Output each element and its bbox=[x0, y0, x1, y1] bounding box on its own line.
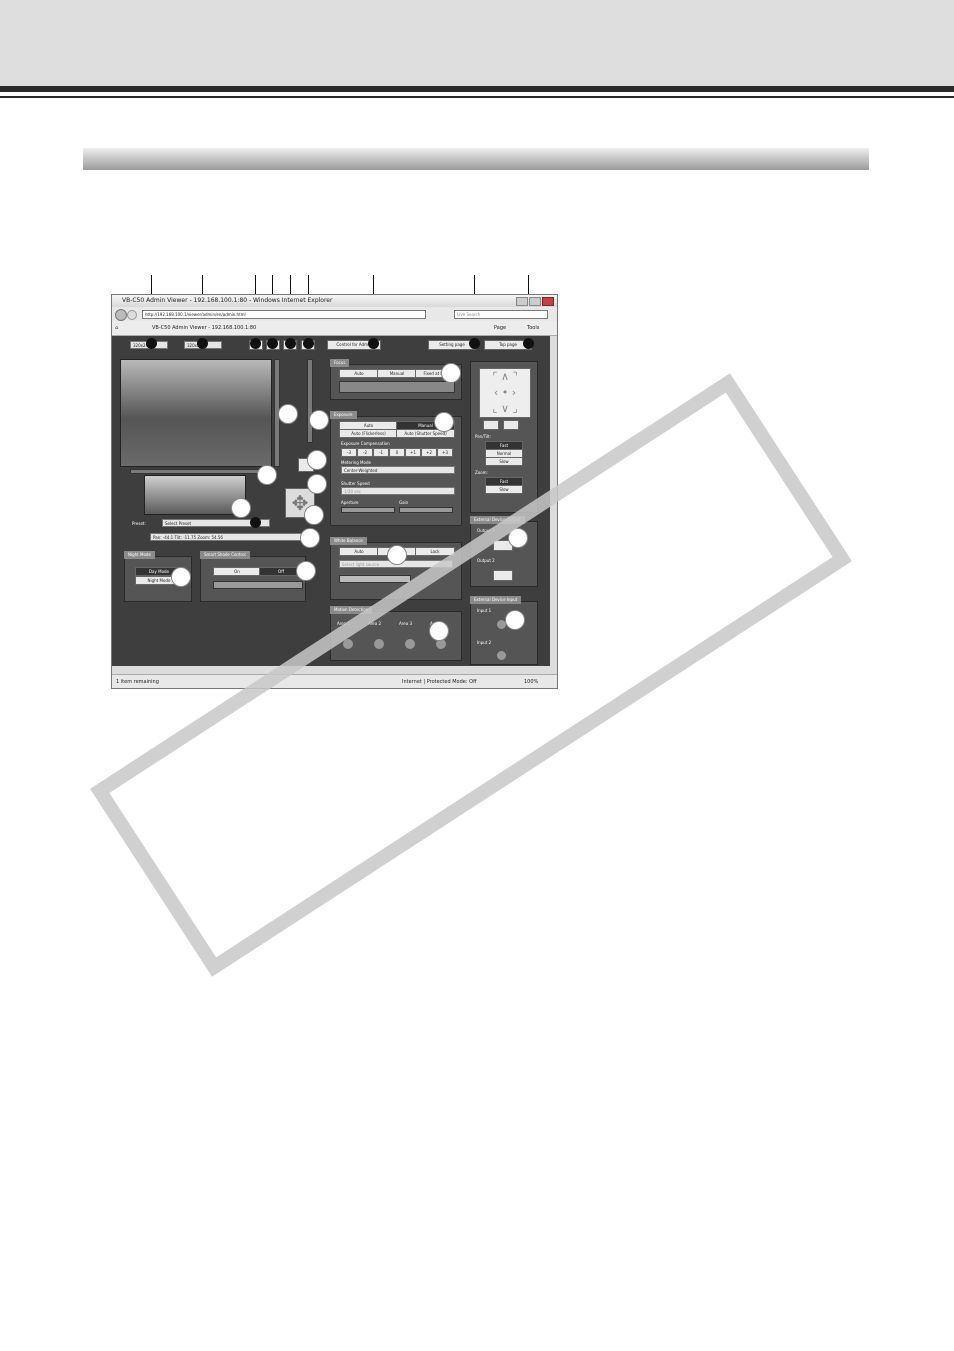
aperture-slider[interactable] bbox=[341, 507, 395, 513]
shade-on-button[interactable]: On bbox=[213, 567, 261, 576]
page-menu[interactable]: Page bbox=[494, 321, 506, 335]
comp-button[interactable]: +2 bbox=[421, 448, 437, 457]
tab-viewer[interactable]: VB-C50 Admin Viewer - 192.168.100.1:80 bbox=[152, 321, 256, 335]
search-input[interactable]: Live Search bbox=[454, 310, 548, 319]
arrow-left-right-icon[interactable]: ‹ • › bbox=[494, 386, 516, 399]
maximize-icon[interactable] bbox=[529, 297, 541, 306]
callout-circle bbox=[300, 528, 320, 548]
callout-circle bbox=[387, 545, 407, 565]
pan-tilt-label: Pan/Tilt: bbox=[475, 434, 492, 439]
home-icon[interactable]: ⌂ bbox=[115, 321, 118, 335]
back-icon[interactable] bbox=[115, 309, 127, 321]
header-rule bbox=[0, 86, 954, 92]
window-title: VB-C50 Admin Viewer - 192.168.100.1:80 -… bbox=[122, 297, 333, 304]
callout-circle bbox=[304, 505, 324, 525]
exposure-title: Exposure bbox=[330, 411, 357, 419]
zoom-slow-button[interactable]: Slow bbox=[485, 485, 523, 494]
night-mode-title: Night Mode bbox=[124, 551, 155, 559]
ptz-panel: ⌜ ∧ ⌝ ‹ • › ⌞ ∨ ⌟ Pan/Tilt: Fast Normal … bbox=[470, 361, 538, 513]
callout-circle bbox=[171, 567, 191, 587]
zoom-in-icon[interactable] bbox=[483, 420, 499, 430]
callout-dot bbox=[523, 338, 534, 349]
callout-dot bbox=[469, 338, 480, 349]
position-readout: Pan: -44.1 Tilt: -11.75 Zoom: 54.56 bbox=[150, 533, 318, 541]
shade-level-slider[interactable] bbox=[213, 581, 303, 589]
callout-dot bbox=[250, 517, 261, 528]
callout-dot bbox=[267, 338, 278, 349]
address-bar-row: http://192.168.100.1/viewer/admin/en/adm… bbox=[112, 307, 557, 321]
callout-circle bbox=[441, 363, 461, 383]
comp-button[interactable]: +3 bbox=[437, 448, 453, 457]
gain-label: Gain bbox=[399, 500, 409, 505]
direction-pad[interactable]: ⌜ ∧ ⌝ ‹ • › ⌞ ∨ ⌟ bbox=[479, 368, 531, 418]
callout-circle bbox=[257, 465, 277, 485]
metering-label: Metering Mode bbox=[341, 460, 371, 465]
callout-circle bbox=[307, 474, 327, 494]
gain-slider[interactable] bbox=[399, 507, 453, 513]
shutter-select[interactable]: 1/30 sec bbox=[341, 487, 455, 495]
preset-label: Preset: bbox=[132, 521, 146, 526]
tab-bar: ⌂ VB-C50 Admin Viewer - 192.168.100.1:80… bbox=[112, 321, 557, 336]
pt-slow-button[interactable]: Slow bbox=[485, 457, 523, 466]
exposure-flickerless-button[interactable]: Auto (Flickerless) bbox=[339, 429, 398, 438]
callout-dot bbox=[368, 338, 379, 349]
callout-dot bbox=[285, 338, 296, 349]
comp-button[interactable]: -3 bbox=[341, 448, 357, 457]
status-text: 1 item remaining bbox=[116, 679, 159, 685]
smart-shade-panel: Smart Shade Control On Off bbox=[200, 551, 306, 602]
callout-circle bbox=[278, 404, 298, 424]
comp-button[interactable]: -1 bbox=[373, 448, 389, 457]
callout-circle bbox=[309, 410, 329, 430]
callout-circle bbox=[434, 412, 454, 432]
zoom-slider[interactable] bbox=[307, 359, 313, 443]
focus-manual-button[interactable]: Manual bbox=[377, 369, 417, 378]
focus-title: Focus bbox=[330, 359, 350, 367]
aperture-label: Aperture bbox=[341, 500, 359, 505]
exposure-panel: Exposure Auto Manual Auto (Flickerless) … bbox=[330, 411, 462, 526]
exposure-comp-label: Exposure Compensation bbox=[341, 441, 390, 446]
shutter-label: Shutter Speed bbox=[341, 481, 370, 486]
arrow-up-icon[interactable]: ⌜ ∧ ⌝ bbox=[492, 370, 517, 383]
video-image bbox=[120, 359, 272, 467]
focus-slider[interactable] bbox=[339, 381, 455, 393]
smart-shade-title: Smart Shade Control bbox=[200, 551, 250, 559]
comp-button[interactable]: 0 bbox=[389, 448, 405, 457]
address-input[interactable]: http://192.168.100.1/viewer/admin/en/adm… bbox=[142, 310, 426, 319]
minimize-icon[interactable] bbox=[516, 297, 528, 306]
comp-button[interactable]: -2 bbox=[357, 448, 373, 457]
header-rule-thin bbox=[0, 96, 954, 98]
wb-adjust-bar[interactable] bbox=[339, 575, 411, 583]
callout-dot bbox=[146, 338, 157, 349]
callout-circle bbox=[307, 450, 327, 470]
arrow-down-icon[interactable]: ⌞ ∨ ⌟ bbox=[492, 402, 517, 415]
callout-circle bbox=[231, 498, 251, 518]
callout-dot bbox=[197, 338, 208, 349]
focus-auto-button[interactable]: Auto bbox=[339, 369, 379, 378]
window-titlebar: VB-C50 Admin Viewer - 192.168.100.1:80 -… bbox=[112, 295, 557, 307]
callout-dot bbox=[250, 338, 261, 349]
close-icon[interactable] bbox=[542, 297, 554, 306]
zoom-out-icon[interactable] bbox=[503, 420, 519, 430]
white-balance-title: White Balance bbox=[330, 537, 367, 545]
forward-icon[interactable] bbox=[127, 310, 137, 320]
header-band bbox=[0, 0, 954, 86]
pan-slider[interactable] bbox=[130, 469, 272, 474]
callout-dot bbox=[303, 338, 314, 349]
wb-auto-button[interactable]: Auto bbox=[339, 547, 379, 556]
comp-button[interactable]: +1 bbox=[405, 448, 421, 457]
tools-menu[interactable]: Tools bbox=[527, 321, 539, 335]
zoom-label: Zoom: bbox=[475, 470, 488, 475]
metering-select[interactable]: Center-Weighted bbox=[341, 466, 455, 474]
section-heading-bar bbox=[83, 148, 869, 170]
callout-circle bbox=[296, 561, 316, 581]
